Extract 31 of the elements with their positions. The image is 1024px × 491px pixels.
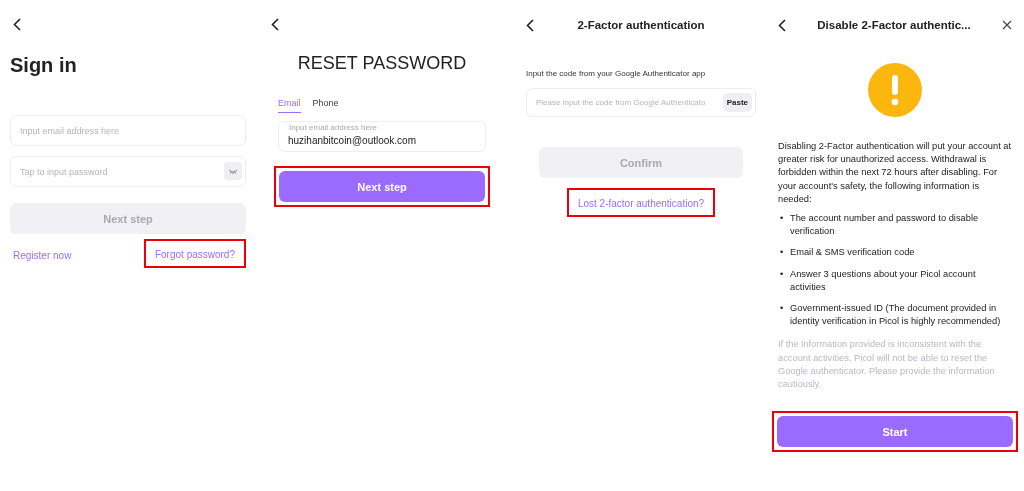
paste-button[interactable]: Paste	[722, 93, 752, 112]
requirement-item: Email & SMS verification code	[790, 246, 916, 260]
email-field[interactable]: Input email address here	[10, 115, 246, 146]
page-title: 2-Factor authentication	[577, 19, 705, 31]
page-title: Disable 2-Factor authentic...	[817, 19, 971, 31]
back-icon[interactable]	[778, 18, 786, 32]
text-link[interactable]: Lost 2-factor authentication?	[571, 196, 711, 212]
note-text: If the information provided is inconsistent with the account activities, Picol will not be able to reset the Google authenticator. Please provide the information cautiously.	[778, 338, 996, 392]
back-icon[interactable]	[271, 18, 279, 31]
warning-text: Disabling 2-Factor authentication will put your account at greater risk for unauthorized access. Withdrawal is forbidden within the next 72 hours after disabling. For your account's safety, the following information is needed:	[778, 140, 1012, 206]
bullet: •	[780, 246, 785, 260]
submit-button[interactable]: Start	[777, 416, 1013, 448]
back-icon[interactable]	[13, 18, 21, 31]
submit-button[interactable]: Next step	[279, 171, 485, 202]
close-icon[interactable]	[1002, 20, 1012, 30]
back-icon[interactable]	[526, 18, 534, 32]
bullet: •	[780, 212, 785, 225]
bullet: •	[780, 302, 785, 316]
text-link[interactable]: Register now	[13, 249, 72, 261]
tab[interactable]: Email	[278, 98, 301, 113]
requirement-item: Answer 3 questions about your Picol account activities	[790, 267, 977, 294]
bullet: •	[780, 267, 785, 281]
page-title: Sign in	[10, 54, 78, 77]
instruction-text: Input the code from your Google Authenticator app	[526, 69, 707, 78]
text-link[interactable]: Forgot password?	[148, 247, 241, 263]
requirement-item: The account number and password to disable verification	[790, 212, 980, 239]
tab[interactable]: Phone	[312, 98, 339, 113]
page-title: RESET PASSWORD	[296, 53, 468, 74]
requirement-item: Government-issued ID (The document provided in identity verification in Picol is highly recommended)	[790, 302, 1002, 329]
warning-icon	[867, 62, 923, 118]
password-field[interactable]: Tap to input password	[10, 156, 246, 187]
